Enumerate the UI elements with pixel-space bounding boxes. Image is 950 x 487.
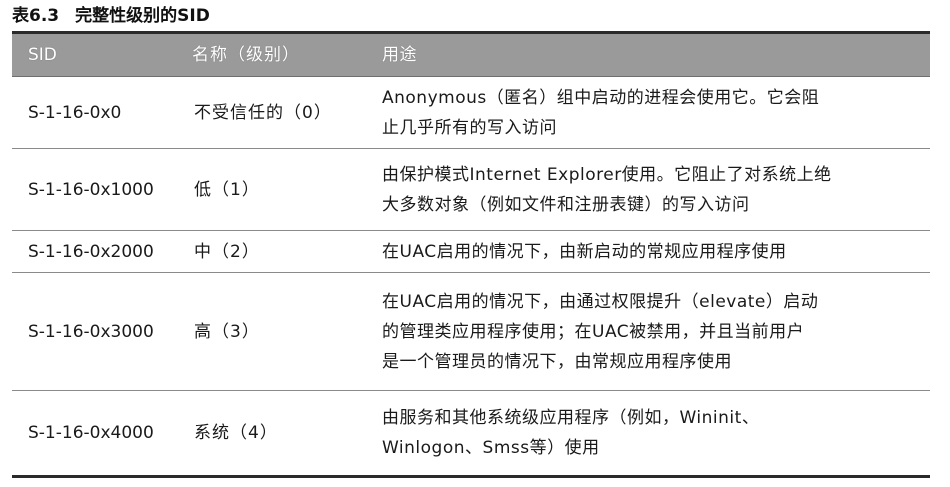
usage-line: 在UAC启用的情况下，由通过权限提升（elevate）启动	[382, 291, 819, 312]
table-title: 完整性级别的SID	[75, 6, 210, 26]
sid-cell: S-1-16-0x2000	[28, 241, 154, 262]
usage-cell: 在UAC启用的情况下，由新启动的常规应用程序使用	[380, 237, 930, 267]
usage-line: Anonymous（匿名）组中启动的进程会使用它。它会阻	[382, 87, 820, 108]
sid-cell: S-1-16-0x1000	[28, 179, 154, 200]
usage-line: Winlogon、Smss等）使用	[382, 438, 600, 458]
usage-line: 的管理类应用程序使用；在UAC被禁用，并且当前用户	[382, 321, 805, 342]
integrity-level-table: SID 名称（级别） 用途 S-1-16-0x0 不受信任的（0） Anonym…	[12, 31, 930, 478]
header-name: 名称（级别）	[192, 45, 300, 65]
usage-line: 止几乎所有的写入访问	[382, 117, 557, 138]
level-name-cell: 不受信任的（0）	[194, 102, 332, 123]
table-row: S-1-16-0x0 不受信任的（0） Anonymous（匿名）组中启动的进程…	[12, 77, 930, 149]
usage-line: 由保护模式Internet Explorer使用。它阻止了对系统上绝	[382, 164, 832, 185]
level-name-cell: 高（3）	[194, 321, 260, 342]
table-row: S-1-16-0x3000 高（3） 在UAC启用的情况下，由通过权限提升（el…	[12, 273, 930, 391]
table-caption: 表6.3 完整性级别的SID	[12, 4, 210, 28]
level-name-cell: 低（1）	[194, 179, 260, 200]
sid-cell: S-1-16-0x0	[28, 102, 122, 123]
table-row: S-1-16-0x4000 系统（4） 由服务和其他系统级应用程序（例如，Win…	[12, 391, 930, 475]
table-header-row: SID 名称（级别） 用途	[12, 34, 930, 77]
sid-cell: S-1-16-0x3000	[28, 321, 154, 342]
sid-cell: S-1-16-0x4000	[28, 423, 154, 443]
level-name-cell: 系统（4）	[194, 423, 278, 443]
usage-cell: 在UAC启用的情况下，由通过权限提升（elevate）启动 的管理类应用程序使用…	[380, 287, 930, 377]
usage-line: 大多数对象（例如文件和注册表键）的写入访问	[382, 194, 750, 215]
header-sid: SID	[28, 45, 57, 65]
usage-line: 在UAC启用的情况下，由新启动的常规应用程序使用	[382, 241, 787, 262]
table-number: 表6.3	[12, 6, 60, 26]
table-row: S-1-16-0x1000 低（1） 由保护模式Internet Explore…	[12, 149, 930, 231]
usage-line: 是一个管理员的情况下，由常规应用程序使用	[382, 351, 732, 372]
usage-cell: 由保护模式Internet Explorer使用。它阻止了对系统上绝 大多数对象…	[380, 160, 930, 220]
usage-cell: 由服务和其他系统级应用程序（例如，Wininit、 Winlogon、Smss等…	[380, 403, 930, 463]
header-usage: 用途	[382, 45, 417, 65]
level-name-cell: 中（2）	[194, 241, 260, 262]
usage-cell: Anonymous（匿名）组中启动的进程会使用它。它会阻 止几乎所有的写入访问	[380, 83, 930, 143]
usage-line: 由服务和其他系统级应用程序（例如，Wininit、	[382, 408, 760, 428]
table-row: S-1-16-0x2000 中（2） 在UAC启用的情况下，由新启动的常规应用程…	[12, 231, 930, 273]
